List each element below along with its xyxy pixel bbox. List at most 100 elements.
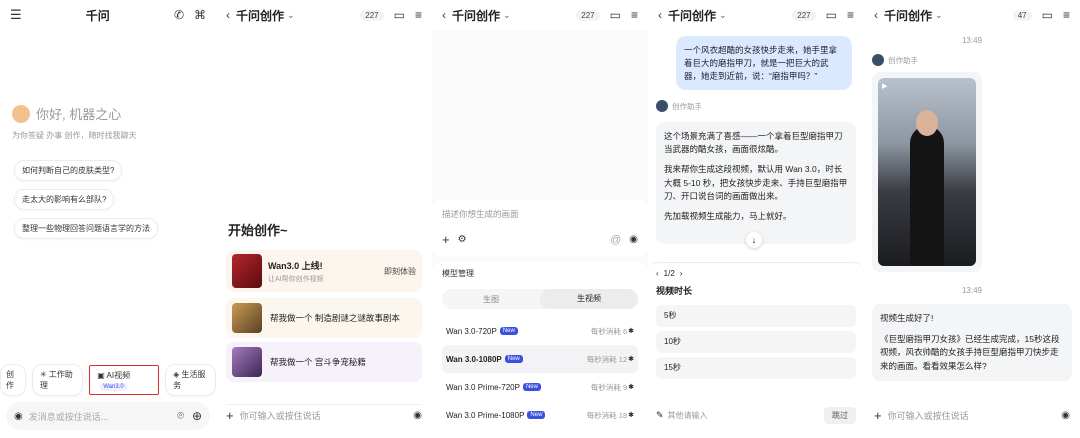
model-sheet: 模型管理 生图 生视频 Wan 3.0-720P New 每秒消耗 6 ✱ Wa…: [432, 262, 648, 438]
back-icon[interactable]: ‹: [442, 8, 446, 22]
custom-input[interactable]: 其他请输入: [668, 410, 824, 421]
skip-button[interactable]: 跳过: [824, 407, 856, 424]
video-icon: ▣: [97, 371, 107, 380]
pencil-icon: ✎: [656, 410, 664, 420]
next-icon[interactable]: ›: [680, 269, 683, 278]
scroll-down-icon[interactable]: ↓: [746, 232, 762, 248]
plus-icon[interactable]: +: [874, 408, 882, 423]
voice-icon[interactable]: ◉: [1061, 410, 1070, 421]
list-icon[interactable]: ≡: [631, 8, 638, 22]
back-icon[interactable]: ‹: [658, 8, 662, 22]
model-name: Wan 3.0 Prime-720P: [446, 382, 520, 392]
folder-icon[interactable]: ▭: [826, 8, 837, 22]
list-icon[interactable]: ≡: [847, 8, 854, 22]
count-badge: 227: [576, 9, 600, 21]
menu-icon[interactable]: ☰: [10, 7, 22, 23]
user-message: 一个风衣超酷的女孩快步走来，她手里拿着巨大的磨指甲刀，就是一把巨大的武器，她走到…: [676, 36, 852, 91]
ai-paragraph: 先加载视频生成能力，马上就好。: [664, 210, 792, 221]
video-card[interactable]: ▶: [872, 72, 982, 272]
model-list: Wan 3.0-720P New 每秒消耗 6 ✱ Wan 3.0-1080P …: [442, 317, 638, 429]
video-thumbnail[interactable]: ▶: [878, 78, 976, 266]
tool-chip-assistant[interactable]: ✳ 工作助理: [31, 364, 84, 396]
prompt-placeholder: 描述你想生成的画面: [442, 209, 519, 219]
suggestion-list: 如何判断自己的皮肤类型? 走太大的影响有么部队? 整理一些物理回答问题语言学的方…: [14, 160, 158, 239]
panel-chat-form: ‹ 千问创作 ⌄ 227 ▭ ≡ 一个风衣超酷的女孩快步走来，她手里拿着巨大的磨…: [648, 0, 864, 438]
chevron-down-icon[interactable]: ⌄: [719, 10, 727, 21]
tool-chip-life[interactable]: ◈ 生活服务: [165, 364, 216, 396]
type-tabs: 生图 生视频: [442, 289, 638, 309]
duration-option[interactable]: 5秒: [656, 305, 856, 327]
suggestion-chip[interactable]: 整理一些物理回答问题语言学的方法: [14, 218, 158, 239]
ai-header: 创作助手: [656, 100, 702, 112]
try-button[interactable]: 即刻体验: [384, 266, 416, 277]
settings-icon[interactable]: ⚙: [458, 234, 467, 245]
duration-option[interactable]: 10秒: [656, 331, 856, 353]
model-row[interactable]: Wan 3.0 Prime-720P New 每秒消耗 9 ✱: [442, 373, 638, 401]
plus-icon[interactable]: ⊕: [192, 409, 202, 423]
promo-card[interactable]: Wan3.0 上线! 让AI帮你创作视频 即刻体验: [226, 250, 422, 292]
create-input-bar[interactable]: + 你可输入或按住说话 ◉: [226, 404, 422, 426]
camera-icon[interactable]: ⌾: [177, 410, 184, 423]
folder-icon[interactable]: ▭: [394, 8, 405, 22]
sheet-label: 模型管理: [442, 269, 474, 278]
idea-card[interactable]: 帮我做一个 制造剧谜之谜故事剧本: [226, 298, 422, 338]
voice-icon[interactable]: ◉: [14, 411, 23, 422]
model-name: Wan 3.0-720P: [446, 326, 497, 336]
back-icon[interactable]: ‹: [226, 8, 230, 22]
tool-chip-create[interactable]: 创作: [0, 364, 26, 396]
chevron-down-icon[interactable]: ⌄: [935, 10, 943, 21]
new-badge: New: [527, 411, 546, 419]
tab-image[interactable]: 生图: [442, 294, 540, 305]
result-input-bar[interactable]: + 你可输入或按住说话 ◉: [874, 404, 1070, 426]
promo-sub: 让AI帮你创作视频: [268, 275, 324, 283]
promo-thumb: [232, 254, 262, 288]
model-row[interactable]: Wan 3.0 Prime-1080P New 每秒消耗 18 ✱: [442, 401, 638, 429]
voice-icon[interactable]: ◉: [629, 234, 638, 245]
ai-paragraph: 我来帮你生成这段视频，默认用 Wan 3.0，时长大概 5-10 秒，把女孩快步…: [664, 164, 848, 201]
coin-icon: ✱: [628, 328, 634, 335]
start-heading: 开始创作~: [228, 223, 288, 238]
plus-icon[interactable]: +: [442, 232, 450, 247]
idea-thumb: [232, 347, 262, 377]
new-badge: New: [522, 383, 541, 391]
chevron-down-icon[interactable]: ⌄: [287, 10, 295, 21]
sparkle-icon: ✳: [39, 370, 49, 379]
idea-text: 帮我做一个 制造剧谜之谜故事剧本: [270, 313, 400, 323]
apps-icon[interactable]: ⌘: [194, 8, 206, 22]
wan-badge: Wan3.0: [100, 383, 127, 391]
duration-option[interactable]: 15秒: [656, 357, 856, 379]
panel-model-select: ‹ 千问创作 ⌄ 227 ▭ ≡ 描述你想生成的画面 + ⚙ @ ◉ 模型管理 …: [432, 0, 648, 438]
ai-name: 创作助手: [888, 55, 918, 65]
at-icon[interactable]: @: [610, 234, 621, 246]
prev-icon[interactable]: ‹: [656, 269, 659, 278]
done-text: 《巨型磨指甲刀女孩》已经生成完成，15秒这段视频，风衣帅酷的女孩手持巨型磨指甲刀…: [880, 334, 1060, 371]
folder-icon[interactable]: ▭: [1042, 8, 1053, 22]
voice-icon[interactable]: ◉: [413, 410, 422, 421]
model-row-selected[interactable]: Wan 3.0-1080P New 每秒消耗 12 ✱: [442, 345, 638, 373]
tool-chip-ai-video[interactable]: ▣ AI视频 Wan3.0: [89, 365, 160, 395]
chevron-down-icon[interactable]: ⌄: [503, 10, 511, 21]
custom-input-row: ✎ 其他请输入 跳过: [656, 407, 856, 424]
model-row[interactable]: Wan 3.0-720P New 每秒消耗 6 ✱: [442, 317, 638, 345]
play-icon[interactable]: ▶: [882, 82, 887, 90]
duration-options: 5秒 10秒 15秒: [656, 305, 856, 379]
avatar: [12, 104, 30, 123]
suggestion-chip[interactable]: 走太大的影响有么部队?: [14, 189, 115, 210]
pager-text: 1/2: [663, 269, 675, 278]
prompt-box[interactable]: 描述你想生成的画面 + ⚙ @ ◉: [432, 200, 648, 256]
folder-icon[interactable]: ▭: [610, 8, 621, 22]
phone-icon[interactable]: ✆: [174, 8, 184, 22]
panel-result: ‹ 千问创作 ⌄ 47 ▭ ≡ 13:49 创作助手 ▶ 13:49 视频生成好…: [864, 0, 1080, 438]
plus-icon[interactable]: +: [226, 408, 234, 423]
list-icon[interactable]: ≡: [1063, 8, 1070, 22]
list-icon[interactable]: ≡: [415, 8, 422, 22]
tab-video[interactable]: 生视频: [540, 289, 638, 309]
back-icon[interactable]: ‹: [874, 8, 878, 22]
ai-paragraph: 这个场景充满了喜感——一个拿着巨型磨指甲刀当武器的酷女孩，画面很炫酷。: [664, 131, 843, 155]
idea-card[interactable]: 帮我做一个 宫斗争宠秘籍: [226, 342, 422, 382]
new-badge: New: [499, 327, 518, 335]
tool-row: 创作 ✳ 工作助理 ▣ AI视频 Wan3.0 ◈ 生活服务: [0, 364, 216, 396]
suggestion-chip[interactable]: 如何判断自己的皮肤类型?: [14, 160, 123, 181]
home-input-bar[interactable]: ◉ 发消息或按住说话... ⌾ ⊕: [6, 402, 210, 430]
new-badge: New: [504, 355, 523, 363]
